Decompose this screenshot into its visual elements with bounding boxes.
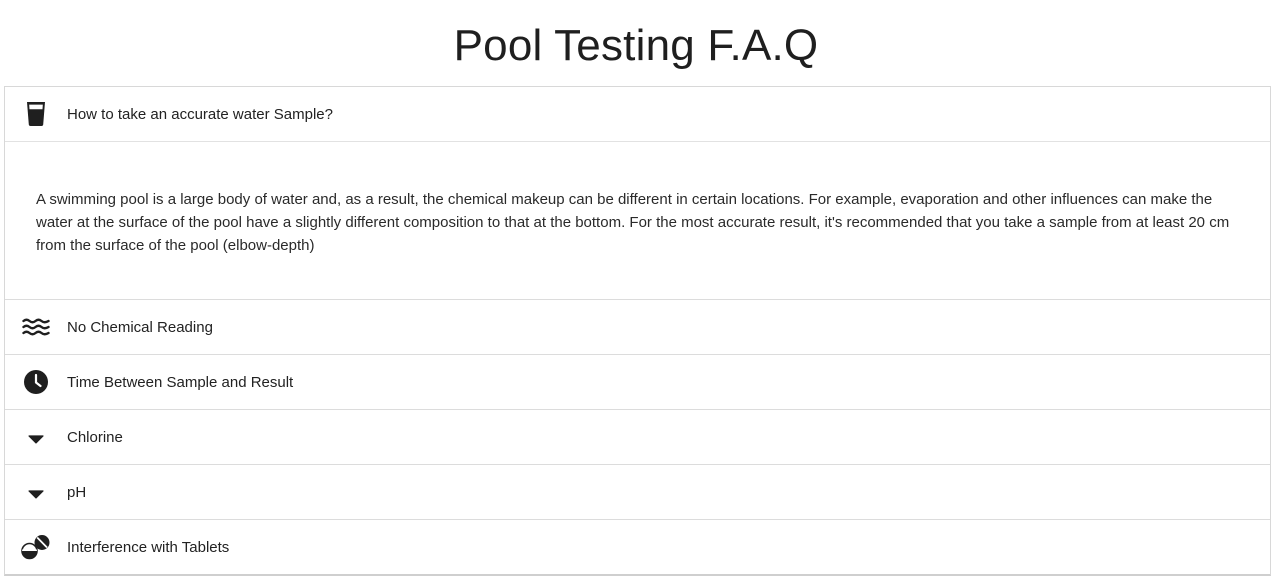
faq-item-tablets: Interference with Tablets (5, 519, 1270, 574)
faq-accordion: How to take an accurate water Sample? A … (4, 86, 1271, 576)
faq-question: pH (67, 483, 87, 501)
water-waves-icon (5, 300, 67, 354)
faq-item-ph: pH (5, 464, 1270, 519)
faq-question: Time Between Sample and Result (67, 373, 294, 391)
faq-header-ph[interactable]: pH (5, 465, 1270, 519)
page-title: Pool Testing F.A.Q (453, 21, 819, 70)
faq-question: How to take an accurate water Sample? (67, 105, 333, 123)
tablets-icon (5, 520, 67, 574)
caret-down-icon (5, 410, 67, 464)
faq-answer-water-sample: A swimming pool is a large body of water… (5, 141, 1270, 299)
faq-answer-text: A swimming pool is a large body of water… (36, 191, 1230, 254)
faq-header-time-between[interactable]: Time Between Sample and Result (5, 355, 1270, 409)
faq-question: No Chemical Reading (67, 318, 213, 336)
faq-header-no-chemical-reading[interactable]: No Chemical Reading (5, 300, 1270, 354)
faq-header-chlorine[interactable]: Chlorine (5, 410, 1270, 464)
clock-icon (5, 355, 67, 409)
faq-question: Chlorine (67, 428, 123, 446)
faq-header-water-sample[interactable]: How to take an accurate water Sample? (5, 87, 1270, 141)
faq-item-chlorine: Chlorine (5, 409, 1270, 464)
caret-down-icon (5, 465, 67, 519)
faq-question: Interference with Tablets (67, 538, 230, 556)
faq-item-no-chemical-reading: No Chemical Reading (5, 299, 1270, 354)
faq-item-time-between: Time Between Sample and Result (5, 354, 1270, 409)
faq-item-water-sample: How to take an accurate water Sample? A … (5, 87, 1270, 299)
water-glass-icon (5, 87, 67, 141)
faq-header-tablets[interactable]: Interference with Tablets (5, 520, 1270, 574)
